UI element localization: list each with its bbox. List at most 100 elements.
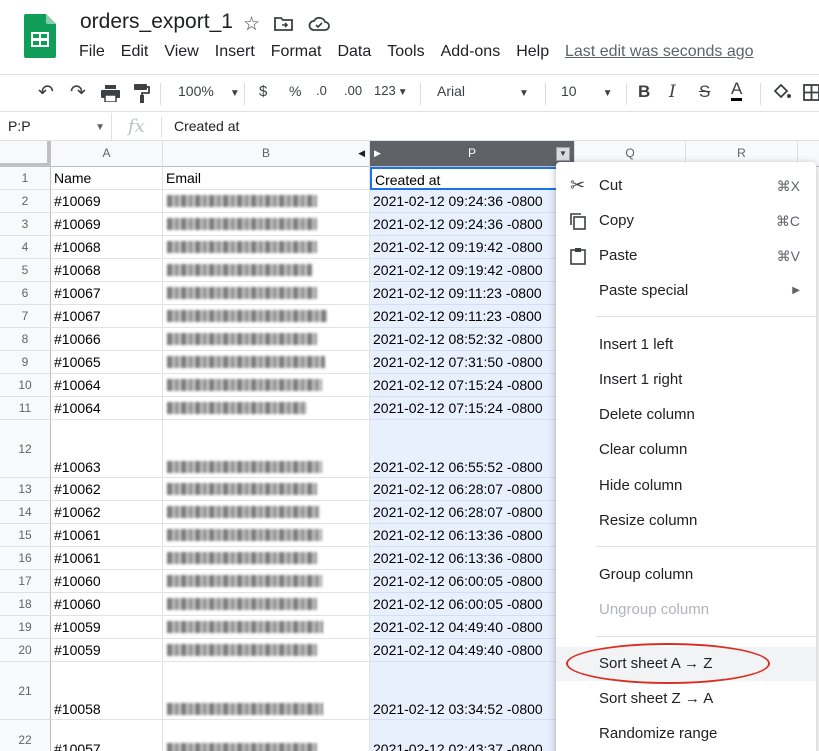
cell-p14[interactable]: 2021-02-12 06:28:07 -0800 [370, 501, 575, 524]
cell-p11[interactable]: 2021-02-12 07:15:24 -0800 [370, 397, 575, 420]
cell-a17[interactable]: #10060 [51, 570, 163, 593]
row-header-16[interactable]: 16 [0, 547, 51, 570]
zoom-select[interactable]: 100% ▼ [178, 83, 240, 99]
select-all-corner[interactable] [0, 141, 51, 167]
decrease-decimals-button[interactable]: .0 [316, 83, 327, 98]
cell-p19[interactable]: 2021-02-12 04:49:40 -0800 [370, 616, 575, 639]
menu-view[interactable]: View [164, 43, 198, 61]
cell-p6[interactable]: 2021-02-12 09:11:23 -0800 [370, 282, 575, 305]
cell-a20[interactable]: #10059 [51, 639, 163, 662]
cell-p9[interactable]: 2021-02-12 07:31:50 -0800 [370, 351, 575, 374]
cell-a21[interactable]: #10058 [51, 662, 163, 720]
menu-item-copy[interactable]: Copy ⌘C [556, 204, 816, 238]
cell-a19[interactable]: #10059 [51, 616, 163, 639]
percent-format-button[interactable]: % [289, 83, 301, 99]
cell-a22[interactable]: #10057 [51, 720, 163, 751]
undo-icon[interactable]: ↶ [38, 81, 54, 104]
menu-item-randomize-range[interactable]: Randomize range [556, 717, 816, 751]
cell-b20[interactable] [163, 639, 370, 662]
cell-a5[interactable]: #10068 [51, 259, 163, 282]
cell-b5[interactable] [163, 259, 370, 282]
cell-p13[interactable]: 2021-02-12 06:28:07 -0800 [370, 478, 575, 501]
cell-b2[interactable] [163, 190, 370, 213]
bold-icon[interactable]: B [638, 82, 650, 102]
text-color-icon[interactable]: A [731, 80, 743, 101]
increase-decimals-button[interactable]: .00 [344, 83, 362, 98]
font-size-select[interactable]: 10 ▼ [561, 83, 612, 99]
cell-b10[interactable] [163, 374, 370, 397]
cell-p18[interactable]: 2021-02-12 06:00:05 -0800 [370, 593, 575, 616]
cell-b14[interactable] [163, 501, 370, 524]
cell-a12[interactable]: #10063 [51, 420, 163, 478]
row-header-3[interactable]: 3 [0, 213, 51, 236]
row-header-18[interactable]: 18 [0, 593, 51, 616]
cell-p15[interactable]: 2021-02-12 06:13:36 -0800 [370, 524, 575, 547]
row-header-19[interactable]: 19 [0, 616, 51, 639]
cell-a18[interactable]: #10060 [51, 593, 163, 616]
row-header-4[interactable]: 4 [0, 236, 51, 259]
cell-b8[interactable] [163, 328, 370, 351]
fill-color-icon[interactable] [772, 84, 791, 102]
menu-item-delete-column[interactable]: Delete column [556, 398, 816, 432]
strikethrough-icon[interactable]: S [699, 82, 710, 102]
menu-help[interactable]: Help [516, 43, 549, 61]
cell-b22[interactable] [163, 720, 370, 751]
row-header-22[interactable]: 22 [0, 720, 51, 751]
menu-item-hide-column[interactable]: Hide column [556, 469, 816, 503]
menu-insert[interactable]: Insert [215, 43, 255, 61]
move-folder-icon[interactable] [274, 15, 294, 33]
menu-item-group-column[interactable]: Group column [556, 558, 816, 592]
row-header-1[interactable]: 1 [0, 167, 51, 190]
cell-b15[interactable] [163, 524, 370, 547]
menu-tools[interactable]: Tools [387, 43, 424, 61]
sheets-logo-icon[interactable] [24, 14, 56, 58]
cell-b9[interactable] [163, 351, 370, 374]
menu-item-paste[interactable]: Paste ⌘V [556, 239, 816, 273]
cell-b19[interactable] [163, 616, 370, 639]
column-header-b[interactable]: B ◀ [163, 141, 370, 167]
cell-p16[interactable]: 2021-02-12 06:13:36 -0800 [370, 547, 575, 570]
column-menu-dropdown-icon[interactable]: ▼ [556, 147, 570, 161]
row-header-11[interactable]: 11 [0, 397, 51, 420]
cell-p8[interactable]: 2021-02-12 08:52:32 -0800 [370, 328, 575, 351]
menu-edit[interactable]: Edit [121, 43, 149, 61]
cell-p22[interactable]: 2021-02-12 02:43:37 -0800 [370, 720, 575, 751]
row-header-5[interactable]: 5 [0, 259, 51, 282]
font-select[interactable]: Arial ▼ [437, 83, 529, 99]
cell-p4[interactable]: 2021-02-12 09:19:42 -0800 [370, 236, 575, 259]
row-header-12[interactable]: 12 [0, 420, 51, 478]
menu-data[interactable]: Data [337, 43, 371, 61]
cell-b7[interactable] [163, 305, 370, 328]
column-header-p[interactable]: ▶ P ▼ [370, 141, 575, 167]
formula-input[interactable]: Created at [174, 118, 239, 134]
row-header-14[interactable]: 14 [0, 501, 51, 524]
cell-a1[interactable]: Name [51, 167, 163, 190]
borders-icon[interactable] [803, 84, 819, 101]
cell-b17[interactable] [163, 570, 370, 593]
row-header-21[interactable]: 21 [0, 662, 51, 720]
doc-title[interactable]: orders_export_1 [80, 10, 233, 34]
column-header-a[interactable]: A [51, 141, 163, 167]
cell-a8[interactable]: #10066 [51, 328, 163, 351]
cell-b21[interactable] [163, 662, 370, 720]
paint-format-icon[interactable] [134, 84, 150, 103]
cell-a3[interactable]: #10069 [51, 213, 163, 236]
cell-p20[interactable]: 2021-02-12 04:49:40 -0800 [370, 639, 575, 662]
menu-item-sort-za[interactable]: Sort sheet Z → A [556, 682, 816, 716]
cell-b6[interactable] [163, 282, 370, 305]
last-edit-link[interactable]: Last edit was seconds ago [565, 43, 754, 61]
name-box[interactable]: P:P ▼ [0, 113, 112, 140]
menu-file[interactable]: File [79, 43, 105, 61]
cell-a6[interactable]: #10067 [51, 282, 163, 305]
row-header-9[interactable]: 9 [0, 351, 51, 374]
italic-icon[interactable]: I [669, 82, 676, 102]
redo-icon[interactable]: ↷ [70, 81, 86, 104]
cell-p2[interactable]: 2021-02-12 09:24:36 -0800 [370, 190, 575, 213]
cell-p5[interactable]: 2021-02-12 09:19:42 -0800 [370, 259, 575, 282]
cell-b3[interactable] [163, 213, 370, 236]
cell-a16[interactable]: #10061 [51, 547, 163, 570]
row-header-15[interactable]: 15 [0, 524, 51, 547]
cell-b18[interactable] [163, 593, 370, 616]
cell-b11[interactable] [163, 397, 370, 420]
cell-b4[interactable] [163, 236, 370, 259]
